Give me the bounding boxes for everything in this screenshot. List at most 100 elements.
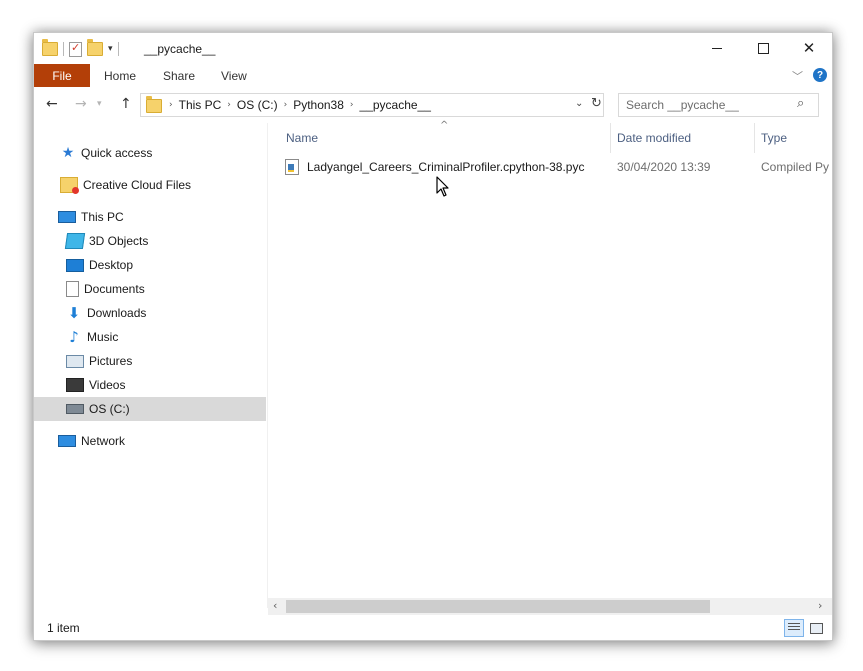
file-date: 30/04/2020 13:39: [617, 160, 711, 174]
breadcrumb-separator-icon[interactable]: ›: [284, 100, 288, 110]
nav-item-label: 3D Objects: [89, 234, 149, 248]
item-count: 1 item: [47, 621, 80, 635]
breadcrumb-os-c[interactable]: OS (C:): [237, 98, 278, 112]
breadcrumb-python38[interactable]: Python38: [293, 98, 344, 112]
title-bar: ▾ __pycache__ ✕: [34, 33, 832, 63]
nav-item-pictures[interactable]: Pictures: [66, 349, 132, 373]
nav-item-documents[interactable]: Documents: [66, 277, 145, 301]
folder-icon[interactable]: [42, 39, 58, 56]
customize-toolbar-chevron-icon[interactable]: ▾: [108, 44, 113, 54]
document-icon: [66, 281, 79, 297]
tab-home[interactable]: Home: [104, 69, 136, 83]
new-folder-icon[interactable]: [87, 39, 103, 56]
pictures-icon: [66, 354, 84, 368]
search-placeholder: Search __pycache__: [626, 98, 739, 112]
nav-item-label: This PC: [81, 210, 124, 224]
file-type: Compiled Py: [761, 160, 830, 174]
column-header-date-modified[interactable]: Date modified: [617, 123, 752, 153]
file-row[interactable]: Ladyangel_Careers_CriminalProfiler.cpyth…: [268, 157, 832, 179]
details-view-button[interactable]: [784, 619, 804, 637]
nav-item-label: OS (C:): [89, 402, 130, 416]
nav-item-label: Network: [81, 434, 126, 448]
mouse-cursor-icon: [436, 176, 449, 197]
nav-item-label: Creative Cloud Files: [83, 178, 192, 192]
computer-icon: [58, 211, 76, 223]
column-header-type[interactable]: Type: [761, 123, 831, 153]
nav-item-music[interactable]: ♪ Music: [66, 325, 118, 349]
nav-item-label: Downloads: [87, 306, 147, 320]
breadcrumb-this-pc[interactable]: This PC: [179, 98, 222, 112]
nav-item-downloads[interactable]: ⬇ Downloads: [66, 301, 147, 325]
column-header-name[interactable]: Name: [286, 123, 606, 153]
tab-file[interactable]: File: [34, 64, 90, 87]
nav-item-label: Videos: [89, 378, 126, 392]
nav-item-label: Pictures: [89, 354, 133, 368]
breadcrumb-separator-icon[interactable]: ›: [227, 100, 231, 110]
desktop-icon: [66, 258, 84, 272]
quick-access-toolbar: ▾: [42, 39, 119, 58]
close-icon: ✕: [802, 38, 816, 57]
nav-item-this-pc[interactable]: This PC: [58, 205, 124, 229]
cube-icon: [64, 233, 86, 249]
address-row: ← → ▾ ↑ › This PC › OS (C:) › Python38 ›…: [34, 89, 832, 121]
nav-item-label: Music: [87, 330, 119, 344]
nav-item-desktop[interactable]: Desktop: [66, 253, 133, 277]
film-icon: [66, 378, 84, 392]
nav-item-3d-objects[interactable]: 3D Objects: [64, 229, 149, 253]
window-title: __pycache__: [144, 42, 216, 56]
forward-arrow-icon[interactable]: →: [75, 96, 87, 112]
column-separator[interactable]: [610, 123, 611, 153]
column-separator[interactable]: [754, 123, 755, 153]
scrollbar-thumb[interactable]: [286, 600, 710, 613]
file-name: Ladyangel_Careers_CriminalProfiler.cpyth…: [307, 160, 585, 174]
properties-icon[interactable]: [69, 41, 82, 57]
ribbon-tabs: File Home Share View ﹀ ?: [34, 64, 832, 87]
nav-item-quick-access[interactable]: ★ Quick access: [60, 141, 153, 165]
maximize-icon: [757, 42, 769, 54]
navigation-pane: ★ Quick access Creative Cloud Files This…: [34, 123, 266, 608]
breadcrumb: › This PC › OS (C:) › Python38 › __pycac…: [169, 98, 431, 112]
expand-ribbon-chevron-icon[interactable]: ﹀: [792, 68, 803, 84]
nav-item-os-c[interactable]: OS (C:): [34, 397, 266, 421]
back-arrow-icon[interactable]: ←: [46, 96, 58, 112]
address-bar[interactable]: › This PC › OS (C:) › Python38 › __pycac…: [140, 93, 604, 117]
divider: [63, 42, 64, 56]
large-icons-view-icon: [810, 623, 823, 634]
tab-share[interactable]: Share: [163, 69, 195, 83]
horizontal-scrollbar[interactable]: ‹ ›: [268, 598, 832, 615]
nav-item-label: Desktop: [89, 258, 134, 272]
close-button[interactable]: ✕: [786, 33, 832, 63]
drive-icon: [66, 404, 84, 414]
help-icon[interactable]: ?: [813, 68, 827, 82]
star-icon: ★: [61, 145, 75, 161]
python-file-icon: [285, 159, 299, 175]
up-arrow-icon[interactable]: ↑: [120, 96, 132, 112]
nav-item-videos[interactable]: Videos: [66, 373, 125, 397]
breadcrumb-separator-icon[interactable]: ›: [169, 100, 173, 110]
recent-locations-chevron-icon[interactable]: ▾: [97, 99, 102, 109]
breadcrumb-pycache[interactable]: __pycache__: [360, 98, 431, 112]
nav-item-network[interactable]: Network: [58, 429, 125, 453]
tab-view[interactable]: View: [221, 69, 247, 83]
search-input[interactable]: Search __pycache__ ⌕: [618, 93, 819, 117]
divider: [117, 42, 119, 56]
nav-item-creative-cloud[interactable]: Creative Cloud Files: [60, 173, 191, 197]
scroll-right-arrow-icon[interactable]: ›: [818, 599, 822, 612]
nav-item-label: Quick access: [81, 146, 153, 160]
minimize-button[interactable]: [694, 33, 740, 63]
maximize-button[interactable]: [740, 33, 786, 63]
folder-icon: [146, 96, 162, 113]
address-history-chevron-icon[interactable]: ⌄: [575, 98, 583, 109]
nav-item-label: Documents: [84, 282, 145, 296]
large-icons-view-button[interactable]: [806, 619, 826, 637]
breadcrumb-separator-icon[interactable]: ›: [350, 100, 354, 110]
network-icon: [58, 435, 76, 447]
details-view-icon: [788, 623, 800, 632]
explorer-window: ▾ __pycache__ ✕ File Home Share View ﹀ ?…: [33, 32, 833, 641]
creative-cloud-folder-icon: [60, 177, 79, 194]
scroll-left-arrow-icon[interactable]: ‹: [273, 599, 277, 612]
minimize-icon: [712, 47, 722, 49]
file-list: ^ Name Date modified Type Ladyangel_Care…: [268, 120, 832, 608]
refresh-icon[interactable]: ↻: [591, 96, 602, 111]
download-arrow-icon: ⬇: [67, 304, 81, 322]
